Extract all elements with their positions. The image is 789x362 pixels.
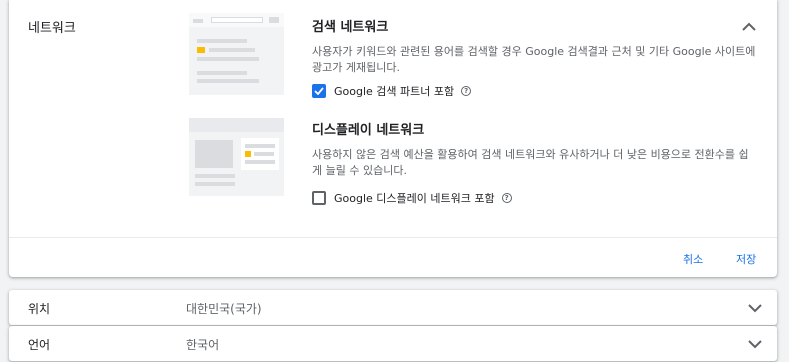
search-network-title: 검색 네트워크 (312, 20, 389, 35)
display-network-title: 디스플레이 네트워크 (312, 123, 425, 138)
location-value: 대한민국(국가) (186, 302, 262, 316)
search-network-illustration (189, 13, 284, 95)
display-network-option: Google 디스플레이 네트워크 포함 ? (312, 189, 512, 207)
search-network-description: 사용자가 키워드와 관련된 용어를 검색할 경우 Google 검색결과 근처 … (312, 45, 756, 74)
language-row[interactable]: 언어 한국어 (9, 326, 777, 361)
chevron-up-icon (742, 22, 756, 31)
location-row[interactable]: 위치 대한민국(국가) (9, 290, 777, 325)
network-settings-card: 네트워크 검색 네트워크 사용자가 키워드와 관련된 용어를 검색할 경우 Go… (9, 0, 777, 277)
section-title: 네트워크 (28, 21, 76, 36)
help-icon[interactable]: ? (461, 86, 472, 96)
display-network-label: Google 디스플레이 네트워크 포함 (334, 192, 495, 205)
location-label: 위치 (28, 302, 51, 316)
display-network-illustration (189, 118, 284, 196)
save-button[interactable]: 저장 (736, 251, 756, 267)
divider (9, 237, 777, 238)
display-network-description: 사용하지 않은 검색 예산을 활용하여 검색 네트워크와 유사하거나 더 낮은 … (312, 148, 749, 177)
check-icon (314, 87, 324, 95)
language-value: 한국어 (186, 338, 220, 352)
search-partners-option: Google 검색 파트너 포함 ? (312, 82, 472, 100)
chevron-down-icon (748, 340, 762, 349)
language-label: 언어 (28, 338, 51, 352)
cancel-button[interactable]: 취소 (683, 251, 703, 267)
search-partners-label: Google 검색 파트너 포함 (334, 85, 455, 98)
collapse-button[interactable] (735, 14, 763, 38)
search-partners-checkbox[interactable] (312, 84, 326, 98)
help-icon[interactable]: ? (501, 193, 512, 203)
chevron-down-icon (748, 304, 762, 313)
display-network-checkbox[interactable] (312, 191, 326, 205)
